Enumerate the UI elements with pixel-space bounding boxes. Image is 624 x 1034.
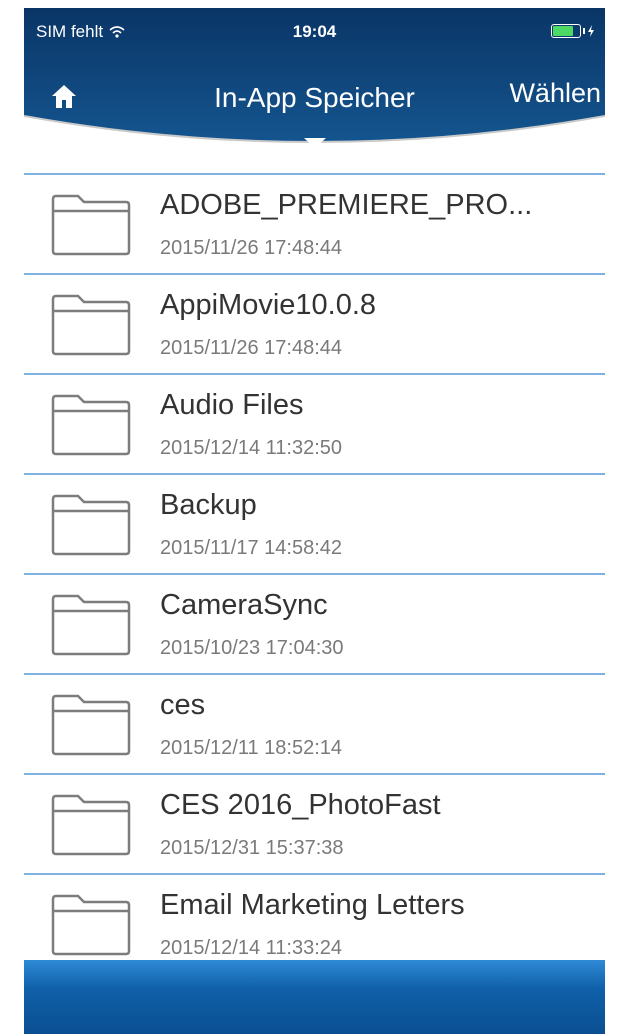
file-name: Backup — [160, 489, 257, 521]
file-date: 2015/10/23 17:04:30 — [160, 637, 344, 659]
battery-icon — [551, 24, 595, 38]
folder-icon — [51, 594, 131, 656]
clock: 19:04 — [292, 22, 337, 41]
folder-icon — [51, 694, 131, 756]
select-button[interactable]: Wählen — [509, 78, 601, 109]
file-name: ADOBE_PREMIERE_PRO... — [160, 189, 533, 221]
file-list: ADOBE_PREMIERE_PRO... 2015/11/26 17:48:4… — [24, 173, 605, 975]
file-name: ces — [160, 689, 206, 721]
file-name: CameraSync — [160, 589, 328, 621]
charging-bolt-icon — [588, 25, 594, 37]
folder-icon — [51, 894, 131, 956]
file-name: Email Marketing Letters — [160, 889, 465, 921]
file-row[interactable]: Backup 2015/11/17 14:58:42 — [24, 475, 605, 575]
status-bar: SIM fehlt 19:04 — [24, 22, 605, 46]
file-row[interactable]: ADOBE_PREMIERE_PRO... 2015/11/26 17:48:4… — [24, 175, 605, 275]
file-row[interactable]: Audio Files 2015/12/14 11:32:50 — [24, 375, 605, 475]
file-row[interactable]: AppiMovie10.0.8 2015/11/26 17:48:44 — [24, 275, 605, 375]
file-name: Audio Files — [160, 389, 304, 421]
file-row[interactable]: CES 2016_PhotoFast 2015/12/31 15:37:38 — [24, 775, 605, 875]
header: SIM fehlt 19:04 In-App Speicher Wählen — [24, 8, 605, 158]
app-screen: SIM fehlt 19:04 In-App Speicher Wählen A… — [24, 8, 605, 1034]
file-row[interactable]: ces 2015/12/11 18:52:14 — [24, 675, 605, 775]
file-date: 2015/11/26 17:48:44 — [160, 337, 343, 359]
folder-icon — [51, 494, 131, 556]
folder-icon — [51, 194, 131, 256]
folder-icon — [51, 294, 131, 356]
folder-icon — [51, 394, 131, 456]
file-date: 2015/12/14 11:32:50 — [160, 437, 343, 459]
file-date: 2015/12/31 15:37:38 — [160, 837, 344, 859]
file-date: 2015/12/14 11:33:24 — [160, 937, 343, 959]
file-date: 2015/12/11 18:52:14 — [160, 737, 343, 759]
file-row[interactable]: CameraSync 2015/10/23 17:04:30 — [24, 575, 605, 675]
file-date: 2015/11/17 14:58:42 — [160, 537, 343, 559]
file-date: 2015/11/26 17:48:44 — [160, 237, 343, 259]
bottom-toolbar — [24, 960, 605, 1034]
navigation-bar: In-App Speicher Wählen — [24, 78, 605, 118]
dropdown-caret-icon — [304, 138, 326, 148]
folder-icon — [51, 794, 131, 856]
file-name: AppiMovie10.0.8 — [160, 289, 377, 321]
file-name: CES 2016_PhotoFast — [160, 789, 441, 821]
